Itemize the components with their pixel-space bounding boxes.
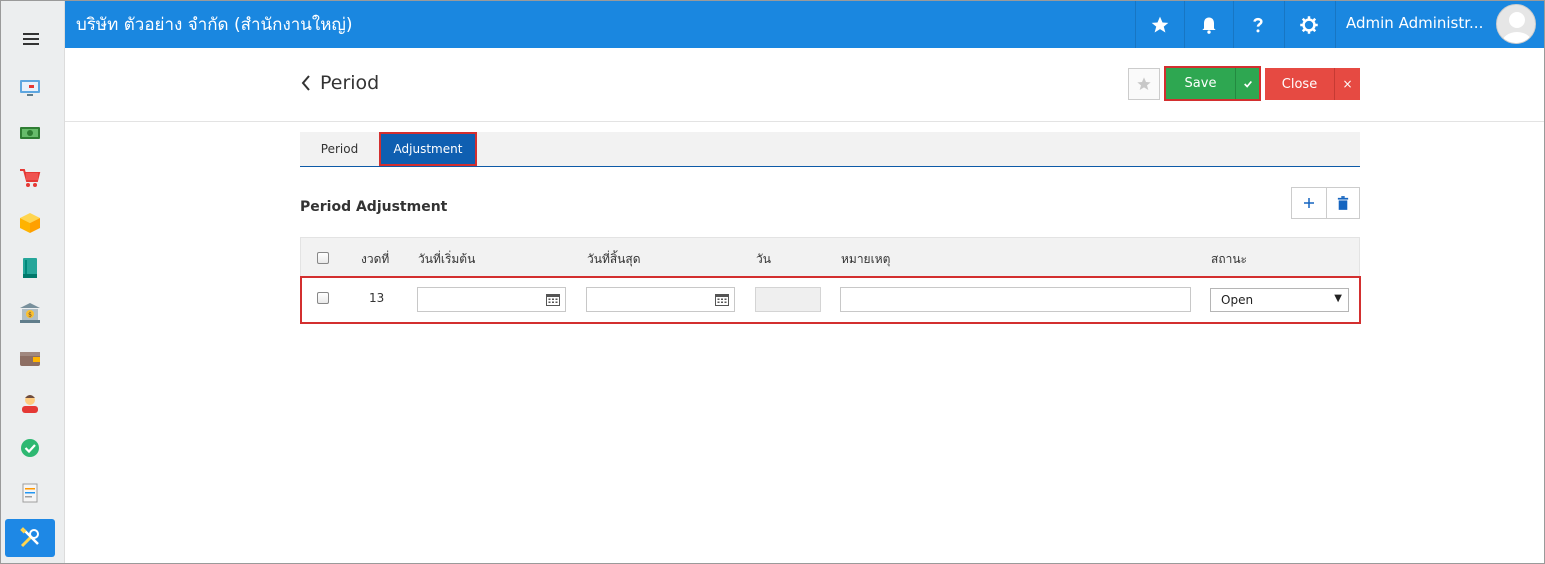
- sidebar-item-tools[interactable]: [5, 519, 55, 557]
- monitor-icon: [20, 80, 40, 96]
- save-dropdown[interactable]: [1235, 68, 1259, 99]
- tab-bar: Period Adjustment: [300, 132, 1360, 167]
- chevron-down-icon: ▼: [1334, 293, 1342, 304]
- settings-button[interactable]: [1284, 1, 1333, 48]
- page-title: Period: [320, 72, 380, 94]
- sidebar-item-box[interactable]: [5, 204, 55, 242]
- status-select[interactable]: Open ▼: [1210, 288, 1349, 312]
- save-button[interactable]: Save: [1164, 66, 1261, 101]
- close-button[interactable]: Close ×: [1265, 68, 1360, 100]
- star-icon: [1137, 77, 1151, 90]
- column-header-start-date: วันที่เริ่มต้น: [418, 252, 476, 266]
- delete-row-button[interactable]: [1325, 188, 1359, 218]
- tools-icon: [20, 527, 39, 548]
- close-label: Close: [1281, 76, 1318, 92]
- avatar[interactable]: [1496, 4, 1536, 44]
- user-name: Admin Administr...: [1346, 14, 1484, 32]
- period-number: 13: [369, 291, 385, 305]
- bell-icon: [1202, 17, 1216, 34]
- user-avatar-icon: [1502, 12, 1532, 43]
- user-menu[interactable]: Admin Administr...: [1335, 1, 1544, 48]
- calendar-icon[interactable]: [546, 293, 560, 306]
- select-all-checkbox[interactable]: [317, 252, 329, 264]
- star-icon: [1151, 16, 1169, 32]
- favorites-button[interactable]: [1135, 1, 1184, 48]
- plus-icon: [1303, 198, 1314, 208]
- calendar-icon[interactable]: [715, 293, 729, 306]
- sidebar-item-bank[interactable]: $: [5, 294, 55, 332]
- column-header-days: วัน: [756, 252, 771, 266]
- sidebar-item-monitor[interactable]: [5, 69, 55, 107]
- section-title: Period Adjustment: [300, 199, 448, 215]
- sidebar-item-approve[interactable]: [5, 429, 55, 467]
- row-checkbox[interactable]: [317, 292, 329, 304]
- back-button[interactable]: [299, 74, 313, 92]
- report-icon: [22, 483, 38, 503]
- sidebar-item-book[interactable]: [5, 249, 55, 287]
- hamburger-menu-icon[interactable]: [23, 33, 41, 47]
- sidebar-item-cart[interactable]: [5, 159, 55, 197]
- table-toolbar: [1291, 187, 1360, 219]
- top-bar: บริษัท ตัวอย่าง จำกัด (สำนักงานใหญ่) Adm…: [65, 1, 1544, 48]
- end-date-input[interactable]: [586, 287, 735, 312]
- person-icon: [22, 395, 38, 413]
- days-field: [755, 287, 821, 312]
- tab-period[interactable]: Period: [300, 132, 379, 166]
- gear-icon: [1300, 15, 1318, 34]
- column-header-note: หมายเหตุ: [841, 252, 891, 266]
- wallet-icon: [20, 352, 40, 366]
- close-icon[interactable]: ×: [1334, 68, 1360, 100]
- trash-icon: [1337, 196, 1348, 210]
- sidebar-item-report[interactable]: [5, 474, 55, 512]
- sidebar-item-person[interactable]: [5, 384, 55, 422]
- sidebar: $: [1, 1, 65, 563]
- start-date-input[interactable]: [417, 287, 566, 312]
- column-header-status: สถานะ: [1211, 252, 1247, 266]
- notifications-button[interactable]: [1184, 1, 1233, 48]
- note-input[interactable]: [840, 287, 1191, 312]
- tab-adjustment[interactable]: Adjustment: [379, 132, 477, 166]
- help-button[interactable]: [1233, 1, 1282, 48]
- cart-icon: [20, 169, 41, 187]
- bank-icon: $: [20, 303, 40, 323]
- table-row: 13 Open ▼: [300, 276, 1361, 324]
- bookmark-button[interactable]: [1128, 68, 1160, 100]
- company-name: บริษัท ตัวอย่าง จำกัด (สำนักงานใหญ่): [76, 15, 353, 35]
- box-icon: [20, 213, 40, 233]
- check-circle-icon: [21, 439, 39, 457]
- column-header-period: งวดที่: [361, 252, 390, 266]
- status-value: Open: [1221, 293, 1254, 307]
- check-icon: [1243, 80, 1252, 88]
- page-header: Period Save Close ×: [65, 48, 1544, 122]
- column-header-end-date: วันที่สิ้นสุด: [587, 252, 641, 266]
- sidebar-item-wallet[interactable]: [5, 339, 55, 377]
- save-label: Save: [1184, 76, 1217, 91]
- svg-text:$: $: [28, 312, 32, 319]
- money-icon: [20, 127, 40, 139]
- add-row-button[interactable]: [1292, 188, 1326, 218]
- chevron-left-icon: [301, 75, 310, 91]
- table-header: งวดที่ วันที่เริ่มต้น วันที่สิ้นสุด วัน …: [300, 237, 1360, 277]
- book-icon: [23, 258, 37, 278]
- sidebar-item-money[interactable]: [5, 114, 55, 152]
- question-icon: [1253, 17, 1263, 32]
